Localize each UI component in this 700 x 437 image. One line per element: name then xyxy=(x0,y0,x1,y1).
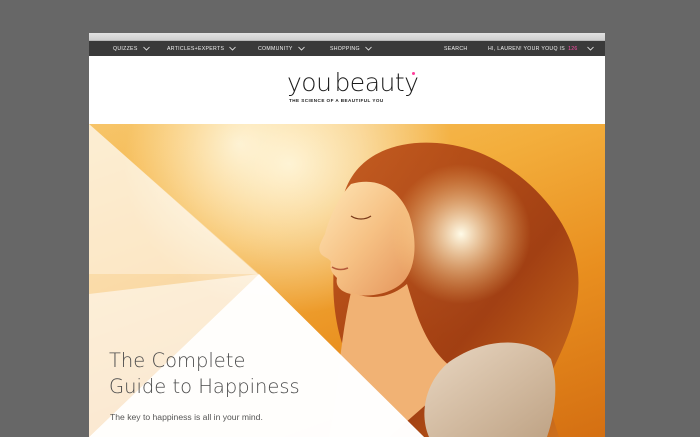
logo-tagline: THE SCIENCE OF A BEAUTIFUL YOU xyxy=(289,98,384,103)
logo-wordmark: you beauty xyxy=(287,68,419,98)
hero-banner[interactable]: The Complete Guide to Happiness The key … xyxy=(89,124,605,437)
nav-item-articles-experts[interactable]: ARTICLES+EXPERTS xyxy=(167,41,237,56)
logo-part-beauty: beauty xyxy=(334,68,419,97)
logo-accent-dot xyxy=(412,72,415,75)
nav-item-community[interactable]: COMMUNITY xyxy=(258,41,305,56)
nav-item-shopping[interactable]: SHOPPING xyxy=(330,41,372,56)
hero-title-line-2: Guide to Happiness xyxy=(109,375,300,398)
search-label: SEARCH xyxy=(444,45,468,52)
top-navigation: QUIZZES ARTICLES+EXPERTS COMMUNITY SHOPP… xyxy=(89,41,605,56)
nav-item-quizzes[interactable]: QUIZZES xyxy=(113,41,150,56)
nav-item-label: COMMUNITY xyxy=(258,45,293,52)
chevron-down-icon xyxy=(297,45,305,52)
hero-subtitle: The key to happiness is all in your mind… xyxy=(110,412,263,422)
site-header: you beauty THE SCIENCE OF A BEAUTIFUL YOU xyxy=(89,56,605,124)
search-link[interactable]: SEARCH xyxy=(444,41,467,56)
browser-chrome xyxy=(89,33,605,41)
chevron-down-icon xyxy=(142,45,150,52)
youbeauty-logo[interactable]: you beauty THE SCIENCE OF A BEAUTIFUL YOU xyxy=(285,68,425,112)
chevron-down-icon xyxy=(586,45,594,52)
chevron-down-icon xyxy=(365,45,372,52)
nav-item-label: ARTICLES+EXPERTS xyxy=(167,45,225,52)
chevron-down-icon xyxy=(229,45,237,52)
nav-item-label: SHOPPING xyxy=(330,45,360,52)
logo-part-you: you xyxy=(287,68,332,97)
user-menu[interactable]: HI, LAUREN! YOUR YOUQ IS 126 xyxy=(488,41,594,56)
browser-window: QUIZZES ARTICLES+EXPERTS COMMUNITY SHOPP… xyxy=(89,33,605,437)
user-greeting: HI, LAUREN! YOUR YOUQ IS xyxy=(488,45,566,52)
youq-score: 126 xyxy=(568,45,578,52)
nav-item-label: QUIZZES xyxy=(113,45,138,52)
hero-title[interactable]: The Complete Guide to Happiness xyxy=(109,348,300,400)
hero-title-line-1: The Complete xyxy=(109,349,246,372)
